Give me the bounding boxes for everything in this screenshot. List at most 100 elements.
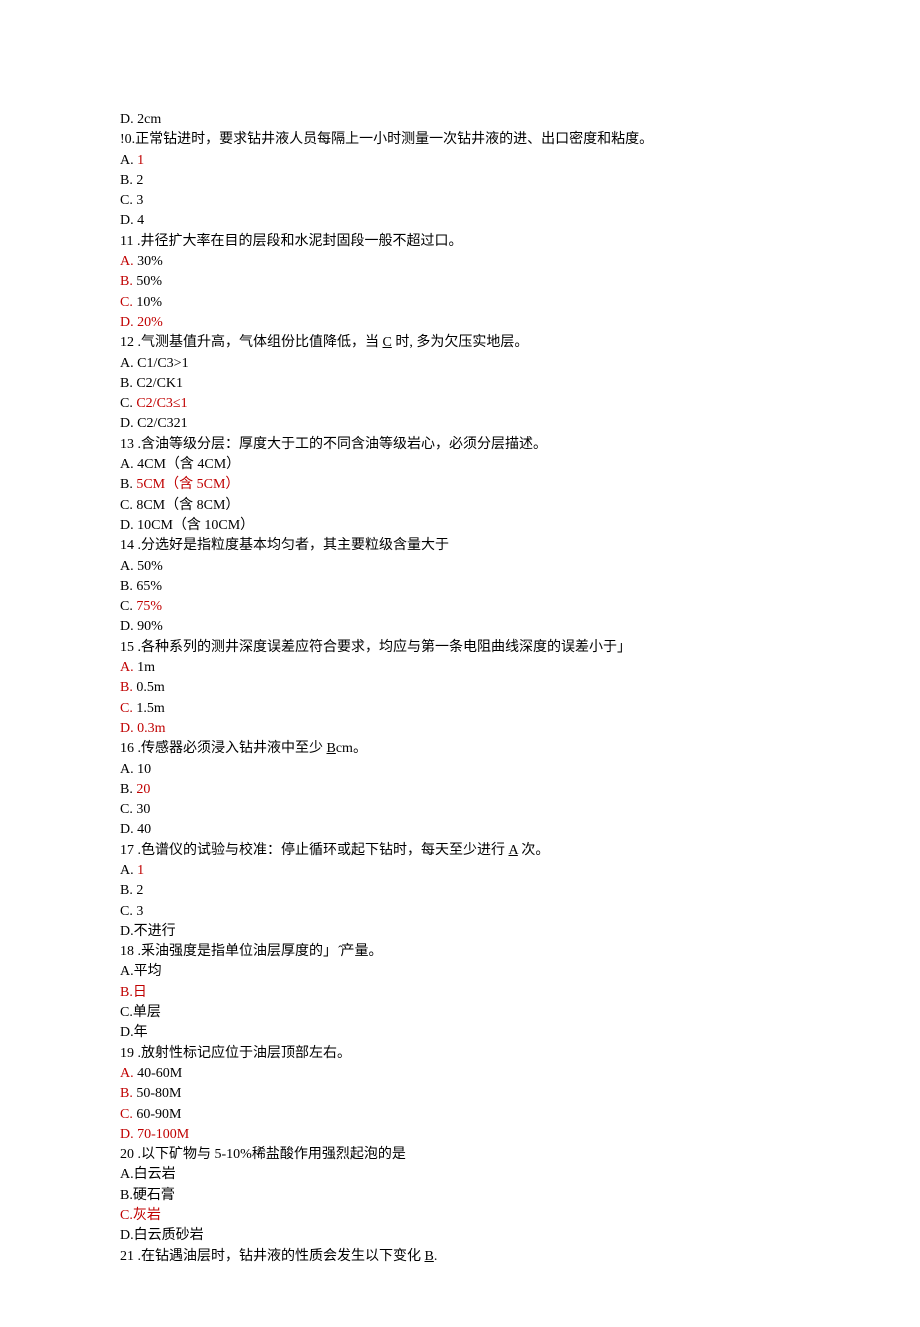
text-line: C. 8CM（含 8CM） <box>120 496 800 516</box>
text-segment: 17 .色谱仪的试验与校准：停止循环或起下钻时，每天至少进行 <box>120 843 509 858</box>
text-line: B. 2 <box>120 171 800 191</box>
text-line: C. 60-90M <box>120 1105 800 1125</box>
text-segment: B. <box>120 782 136 797</box>
text-line: D. 20% <box>120 313 800 333</box>
text-line: B. 50% <box>120 272 800 292</box>
text-segment: A.平均 <box>120 964 162 979</box>
text-line: D.年 <box>120 1023 800 1043</box>
text-segment: D. 4 <box>120 213 144 228</box>
text-line: D.不进行 <box>120 922 800 942</box>
text-line: A. 10 <box>120 760 800 780</box>
text-segment: !0.正常钻进时，要求钻井液人员每隔上一小时测量一次钻井液的进、出口密度和粘度。 <box>120 132 653 147</box>
text-line: A. 1m <box>120 658 800 678</box>
text-segment: 10% <box>133 295 162 310</box>
text-segment: 50-80M <box>133 1086 182 1101</box>
text-segment: 时, 多为欠压实地层。 <box>392 335 529 350</box>
text-line: 16 .传感器必须浸入钻井液中至少 Bcm。 <box>120 739 800 759</box>
text-line: C. 3 <box>120 902 800 922</box>
text-segment: 50% <box>133 274 162 289</box>
text-line: D.白云质砂岩 <box>120 1226 800 1246</box>
text-segment: C2/C3≤1 <box>136 396 187 411</box>
text-segment: D. 70-100M <box>120 1127 189 1142</box>
text-segment: 75% <box>136 599 162 614</box>
text-segment: D.白云质砂岩 <box>120 1228 204 1243</box>
text-segment: 5CM（含 5CM） <box>136 477 239 492</box>
text-segment: A. C1/C3>1 <box>120 356 189 371</box>
text-segment: D.不进行 <box>120 924 176 939</box>
text-segment: C. <box>120 1107 133 1122</box>
text-segment: 次。 <box>518 843 550 858</box>
text-segment: 30% <box>134 254 163 269</box>
text-segment: B. <box>120 477 136 492</box>
text-segment: 19 .放射性标记应位于油层顶部左右。 <box>120 1046 351 1061</box>
text-line: 21 .在钻遇油层时，钻井液的性质会发生以下变化 B. <box>120 1247 800 1267</box>
text-line: D. C2/C321 <box>120 414 800 434</box>
text-line: A.白云岩 <box>120 1165 800 1185</box>
text-segment: A. 4CM（含 4CM） <box>120 457 240 472</box>
text-segment: A. 50% <box>120 559 163 574</box>
text-segment: C. <box>120 396 136 411</box>
text-segment: 18 .釆油强度是指单位油层厚度的」 ̂产量。 <box>120 944 383 959</box>
text-line: C.灰岩 <box>120 1206 800 1226</box>
text-line: A. C1/C3>1 <box>120 354 800 374</box>
text-line: A. 4CM（含 4CM） <box>120 455 800 475</box>
text-segment: C. <box>120 701 133 716</box>
text-segment: D. 40 <box>120 822 151 837</box>
text-segment: 15 .各种系列的测井深度误差应符合要求，均应与第一条电阻曲线深度的误差小于」 <box>120 640 631 655</box>
text-line: B. 5CM（含 5CM） <box>120 475 800 495</box>
text-line: B. 20 <box>120 780 800 800</box>
text-segment: A. 10 <box>120 762 151 777</box>
text-segment: A. <box>120 1066 134 1081</box>
text-segment: A.白云岩 <box>120 1167 176 1182</box>
text-segment: B. <box>120 1086 133 1101</box>
text-line: D. 70-100M <box>120 1125 800 1145</box>
text-line: B. 65% <box>120 577 800 597</box>
text-line: D. 2cm <box>120 110 800 130</box>
text-line: 14 .分选好是指粒度基本均匀者，其主要粒级含量大于 <box>120 536 800 556</box>
text-line: B.硬石膏 <box>120 1186 800 1206</box>
text-line: C. C2/C3≤1 <box>120 394 800 414</box>
text-segment: 11 .井径扩大率在目的层段和水泥封固段一般不超过口。 <box>120 234 462 249</box>
text-segment: 1 <box>137 863 144 878</box>
text-segment: B <box>425 1249 434 1264</box>
text-line: !0.正常钻进时，要求钻井液人员每隔上一小时测量一次钻井液的进、出口密度和粘度。 <box>120 130 800 150</box>
text-segment: A. <box>120 863 137 878</box>
text-segment: 1 <box>137 153 144 168</box>
text-segment: B. <box>120 274 133 289</box>
text-segment: C.灰岩 <box>120 1208 161 1223</box>
text-segment: 1.5m <box>133 701 165 716</box>
text-line: D. 90% <box>120 617 800 637</box>
text-line: 17 .色谱仪的试验与校准：停止循环或起下钻时，每天至少进行 A 次。 <box>120 841 800 861</box>
text-line: A. 50% <box>120 557 800 577</box>
text-segment: A. <box>120 153 137 168</box>
text-segment: D.年 <box>120 1025 148 1040</box>
text-line: B.日 <box>120 983 800 1003</box>
text-segment: A. <box>120 254 134 269</box>
text-segment: D. 10CM（含 10CM） <box>120 518 254 533</box>
text-segment: B.硬石膏 <box>120 1188 175 1203</box>
text-segment: D. 2cm <box>120 112 161 127</box>
text-segment: B. C2/CK1 <box>120 376 183 391</box>
text-segment: 16 .传感器必须浸入钻井液中至少 <box>120 741 327 756</box>
text-segment: 40-60M <box>134 1066 183 1081</box>
text-line: 20 .以下矿物与 5-10%稀盐酸作用强烈起泡的是 <box>120 1145 800 1165</box>
text-segment: C <box>383 335 392 350</box>
text-line: 13 .含油等级分层：厚度大于工的不同含油等级岩心，必须分层描述。 <box>120 435 800 455</box>
text-segment: C. 30 <box>120 802 150 817</box>
text-segment: C. 3 <box>120 904 143 919</box>
text-segment: B. 2 <box>120 173 143 188</box>
text-line: C. 10% <box>120 293 800 313</box>
text-segment: 20 .以下矿物与 5-10%稀盐酸作用强烈起泡的是 <box>120 1147 406 1162</box>
text-segment: 12 .气测基值升高，气体组份比值降低，当 <box>120 335 383 350</box>
text-line: 18 .釆油强度是指单位油层厚度的」 ̂产量。 <box>120 942 800 962</box>
text-segment: 21 .在钻遇油层时，钻井液的性质会发生以下变化 <box>120 1249 425 1264</box>
text-segment: A. <box>120 660 134 675</box>
text-line: C. 75% <box>120 597 800 617</box>
text-segment: C. <box>120 295 133 310</box>
text-segment: 20 <box>136 782 150 797</box>
text-line: A.平均 <box>120 962 800 982</box>
text-segment: cm。 <box>336 741 367 756</box>
text-line: 12 .气测基值升高，气体组份比值降低，当 C 时, 多为欠压实地层。 <box>120 333 800 353</box>
text-segment: C. <box>120 599 136 614</box>
text-line: B. 50-80M <box>120 1084 800 1104</box>
